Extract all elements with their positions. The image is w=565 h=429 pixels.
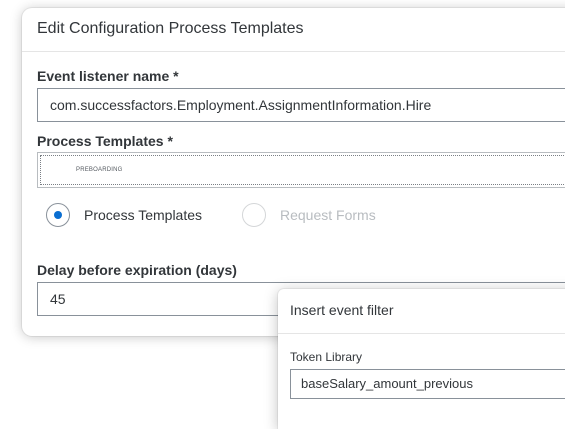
radio-button-icon[interactable]	[242, 203, 266, 227]
token-library-value: baseSalary_amount_previous	[301, 376, 473, 391]
event-listener-label: Event listener name *	[37, 68, 179, 84]
process-template-token: PREBOARDING	[76, 167, 123, 173]
token-library-input[interactable]: baseSalary_amount_previous	[290, 369, 565, 399]
dialog-header: Edit Configuration Process Templates	[22, 8, 565, 52]
radio-request-forms-label: Request Forms	[280, 207, 376, 223]
event-listener-input[interactable]: com.successfactors.Employment.Assignment…	[37, 88, 565, 122]
process-templates-input[interactable]: PREBOARDING	[37, 152, 565, 188]
radio-button-selected-icon[interactable]	[46, 203, 70, 227]
delay-value: 45	[50, 291, 66, 307]
dialog-title: Edit Configuration Process Templates	[37, 20, 304, 37]
popover-header: Insert event filter	[278, 289, 565, 334]
radio-process-templates-label: Process Templates	[84, 207, 203, 223]
edit-configuration-dialog: Edit Configuration Process Templates Eve…	[22, 8, 565, 336]
radio-request-forms[interactable]: Request Forms	[242, 203, 382, 229]
popover-title: Insert event filter	[290, 302, 394, 318]
event-listener-value: com.successfactors.Employment.Assignment…	[50, 97, 432, 113]
process-templates-label: Process Templates *	[37, 133, 173, 149]
token-library-label: Token Library	[290, 350, 363, 364]
radio-process-templates[interactable]: Process Templates	[46, 203, 221, 229]
delay-label: Delay before expiration (days)	[37, 262, 237, 278]
radio-dot-icon	[54, 211, 62, 219]
insert-event-filter-popover: Insert event filter Token Library baseSa…	[278, 289, 565, 429]
